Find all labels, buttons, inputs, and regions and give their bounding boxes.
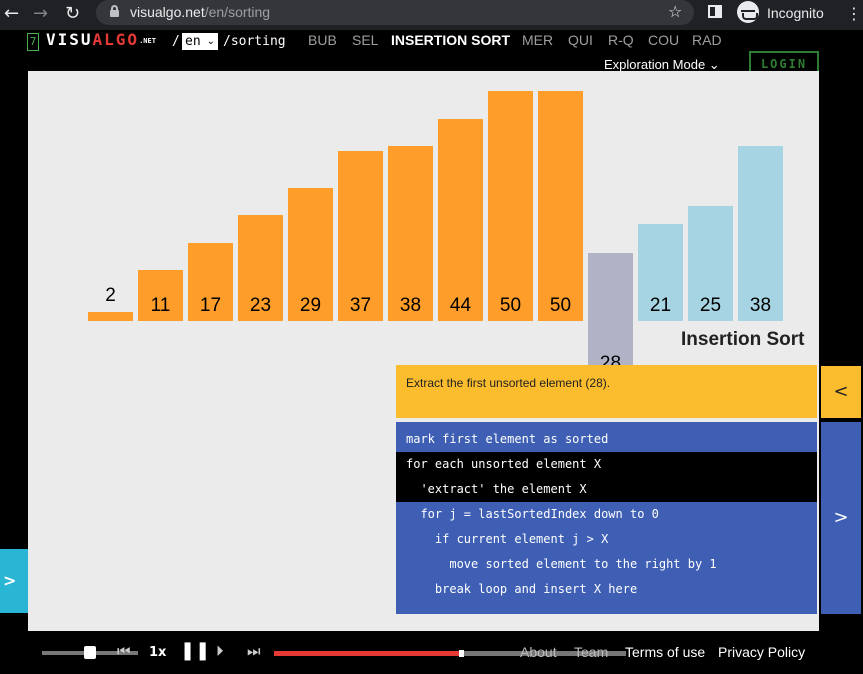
code-line: mark first element as sorted [406, 432, 609, 446]
browser-toolbar: ← → ↻ visualgo.net/en/sorting ☆ Incognit… [0, 0, 863, 30]
code-line: move sorted element to the right by 1 [406, 557, 717, 571]
array-bar [538, 91, 583, 321]
kebab-menu-icon[interactable]: ⋮ [846, 4, 862, 23]
array-bar-value: 37 [349, 295, 372, 316]
array-bar-value: 11 [150, 295, 171, 316]
array-bar-value: 44 [449, 295, 472, 316]
address-bar[interactable]: visualgo.net/en/sorting ☆ [96, 0, 694, 25]
progress-handle[interactable] [458, 650, 464, 657]
code-line: if current element j > X [406, 532, 609, 546]
array-bar [488, 91, 533, 321]
array-bar-value: 50 [499, 295, 522, 316]
code-line: for each unsorted element X [396, 452, 817, 477]
forward-arrow-icon[interactable]: → [33, 3, 48, 24]
chevron-down-icon: ⌄ [206, 36, 215, 47]
nav-bubble-sort[interactable]: BUB [308, 32, 337, 48]
progress-fill [274, 651, 461, 656]
nav-radix-sort[interactable]: RAD [692, 32, 722, 48]
array-bar-value: 25 [699, 295, 722, 316]
nav-counting-sort[interactable]: COU [648, 32, 679, 48]
code-expand-button[interactable]: > [821, 422, 861, 614]
array-bar [438, 118, 483, 321]
side-panel-icon[interactable] [708, 5, 722, 18]
left-panel-toggle[interactable]: > [0, 549, 28, 613]
array-bar-value: 23 [249, 295, 272, 316]
array-bar-value: 50 [549, 295, 572, 316]
nav-selection-sort[interactable]: SEL [352, 32, 378, 48]
go-to-beginning-icon[interactable]: ⏮ [117, 642, 131, 660]
nav-merge-sort[interactable]: MER [522, 32, 553, 48]
pseudocode-panel: mark first element as sorted for each un… [396, 422, 817, 614]
path-separator: / [172, 34, 180, 49]
algorithm-title: Insertion Sort [681, 329, 805, 350]
array-bar-value: 17 [199, 295, 222, 316]
reload-icon[interactable]: ↻ [65, 3, 80, 24]
array-bar-value: 2 [105, 284, 116, 306]
team-link[interactable]: Team [574, 644, 608, 660]
about-link[interactable]: About [520, 644, 557, 660]
site-logo[interactable]: VISUALGO.NET [46, 30, 156, 49]
url-text[interactable]: visualgo.net/en/sorting [130, 4, 270, 20]
nav-quick-sort[interactable]: QUI [568, 32, 593, 48]
breadcrumb-path: /sorting [223, 34, 286, 49]
star-icon[interactable]: ☆ [668, 2, 682, 21]
incognito-label[interactable]: Incognito [767, 5, 824, 21]
go-to-end-icon[interactable]: ⏭ [247, 642, 261, 660]
code-line: 'extract' the element X [396, 477, 817, 502]
notification-badge[interactable]: 7 [27, 33, 39, 51]
array-bar-value: 38 [749, 295, 772, 316]
array-bar-value: 29 [299, 295, 322, 316]
nav-random-quick-sort[interactable]: R-Q [608, 32, 634, 48]
status-text: Extract the first unsorted element (28). [406, 376, 611, 390]
nav-insertion-sort[interactable]: INSERTION SORT [391, 32, 510, 48]
speed-label: 1x [149, 645, 167, 660]
array-bar-value: 38 [399, 295, 422, 316]
incognito-icon[interactable] [737, 1, 759, 23]
step-forward-icon[interactable]: ⏵ [216, 642, 224, 660]
status-panel: Extract the first unsorted element (28). [396, 365, 817, 418]
status-collapse-button[interactable]: < [821, 366, 861, 418]
speed-slider-handle[interactable] [84, 646, 96, 659]
pause-icon[interactable]: ❚❚ [180, 640, 210, 661]
privacy-link[interactable]: Privacy Policy [718, 644, 805, 660]
language-select[interactable]: en ⌄ [182, 33, 218, 50]
code-line: for j = lastSortedIndex down to 0 [406, 507, 659, 521]
array-bar [88, 311, 133, 321]
terms-link[interactable]: Terms of use [625, 644, 705, 660]
back-arrow-icon[interactable]: ← [4, 3, 19, 24]
array-bar-value: 21 [649, 295, 672, 316]
lock-icon[interactable] [110, 5, 119, 17]
code-line: break loop and insert X here [406, 582, 638, 596]
